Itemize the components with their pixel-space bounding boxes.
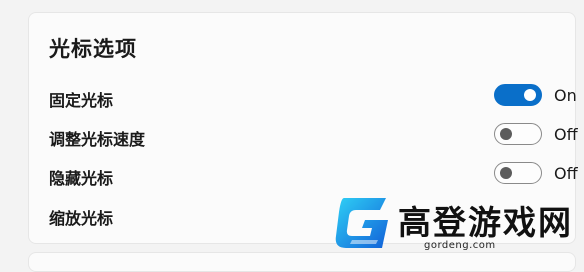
watermark-url: gordeng.com <box>424 240 496 251</box>
setting-label: 隐藏光标 <box>49 169 114 188</box>
fixed-cursor-toggle[interactable] <box>494 84 542 106</box>
toggle-state-text: On <box>554 86 577 105</box>
toggle-knob <box>500 128 512 140</box>
setting-row-cursor-speed: 调整光标速度 Off <box>49 120 578 150</box>
setting-label: 缩放光标 <box>49 209 114 228</box>
setting-label: 固定光标 <box>49 91 114 110</box>
toggle-state-text: Off <box>554 164 578 183</box>
watermark-title: 高登游戏网 <box>398 203 573 242</box>
setting-label: 调整光标速度 <box>49 130 146 149</box>
hide-cursor-toggle[interactable] <box>494 162 542 184</box>
toggle-knob <box>500 167 512 179</box>
setting-row-hide-cursor: 隐藏光标 Off <box>49 159 578 189</box>
site-watermark: 高登游戏网 gordeng.com <box>328 190 578 256</box>
gordeng-logo-icon <box>335 198 388 248</box>
setting-row-fixed-cursor: 固定光标 On <box>49 81 577 111</box>
toggle-state-text: Off <box>554 125 578 144</box>
toggle-knob <box>524 89 536 101</box>
section-title: 光标选项 <box>49 37 137 61</box>
cursor-speed-toggle[interactable] <box>494 123 542 145</box>
